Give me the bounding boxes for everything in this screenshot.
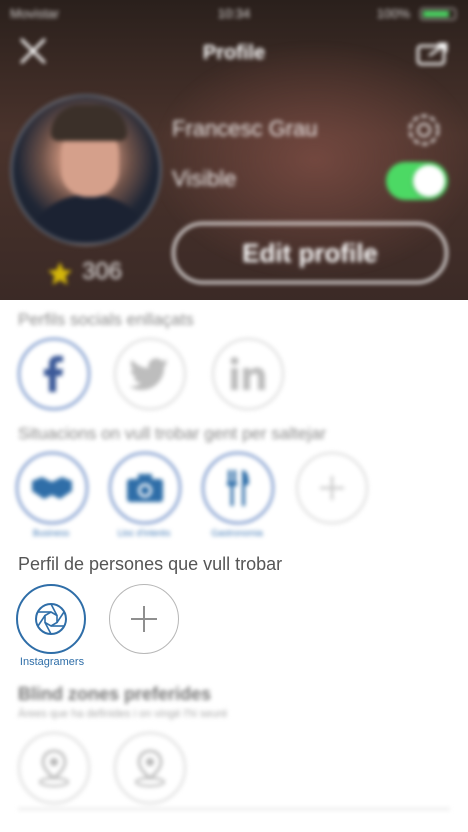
camera-icon (127, 474, 163, 502)
situation-label: Gastronomia (211, 528, 263, 538)
map-pin-icon (135, 749, 165, 787)
linkedin-icon (230, 357, 265, 390)
page-title: Profile (202, 42, 266, 64)
zones-title: Blind zones preferides (18, 684, 212, 704)
add-person-profile-button[interactable] (109, 584, 179, 654)
plus-icon (320, 476, 344, 500)
social-title: Perfils socials enllaçats (18, 310, 194, 329)
instagramers-button[interactable] (16, 584, 86, 654)
map-pin-icon (39, 749, 69, 787)
profile-header: Movistar 10:34 100% Profile Francesc Gra… (0, 0, 468, 300)
zone-button-2[interactable] (114, 732, 186, 804)
plus-icon (131, 606, 157, 632)
edit-profile-button[interactable]: Edit profile (172, 222, 448, 284)
battery-icon (420, 8, 456, 20)
visible-label: Visible (172, 166, 237, 191)
battery-percent: 100% (376, 6, 410, 21)
avatar[interactable] (10, 94, 162, 246)
star-icon (48, 262, 72, 285)
share-icon[interactable] (412, 36, 452, 70)
situation-place[interactable] (109, 452, 181, 524)
avatar-hair (51, 105, 127, 141)
status-bar: Movistar 10:34 100% (0, 0, 468, 28)
points-count: 306 (82, 258, 123, 285)
zone-button-1[interactable] (18, 732, 90, 804)
visible-toggle[interactable] (386, 162, 448, 200)
twitter-icon (130, 358, 168, 390)
add-situation-button[interactable] (296, 452, 368, 524)
situation-gastronomy[interactable] (202, 452, 274, 524)
instagramers-label: Instagramers (19, 656, 85, 668)
situation-business[interactable] (16, 452, 88, 524)
avatar-body (25, 195, 153, 243)
linkedin-button[interactable] (212, 338, 284, 410)
user-name: Francesc Grau (172, 116, 318, 141)
situation-label: Business (32, 528, 70, 538)
zones-subtitle: Àrees que ha definides i on vingé l'hi s… (18, 708, 228, 720)
cutlery-icon (227, 470, 249, 506)
facebook-button[interactable] (18, 338, 90, 410)
gear-icon[interactable] (404, 110, 444, 150)
handshake-icon (32, 477, 72, 499)
toggle-knob (413, 165, 445, 197)
header-content: Movistar 10:34 100% Profile Francesc Gra… (0, 0, 468, 300)
people-title: Perfil de persones que vull trobar (18, 554, 283, 574)
situations-title: Situacions on vull trobar gent per salte… (18, 424, 327, 443)
divider (18, 808, 450, 810)
camera-shutter-icon (35, 603, 67, 635)
situation-label: Lloc d'interès (117, 528, 171, 538)
facebook-icon (44, 355, 63, 392)
twitter-button[interactable] (114, 338, 186, 410)
